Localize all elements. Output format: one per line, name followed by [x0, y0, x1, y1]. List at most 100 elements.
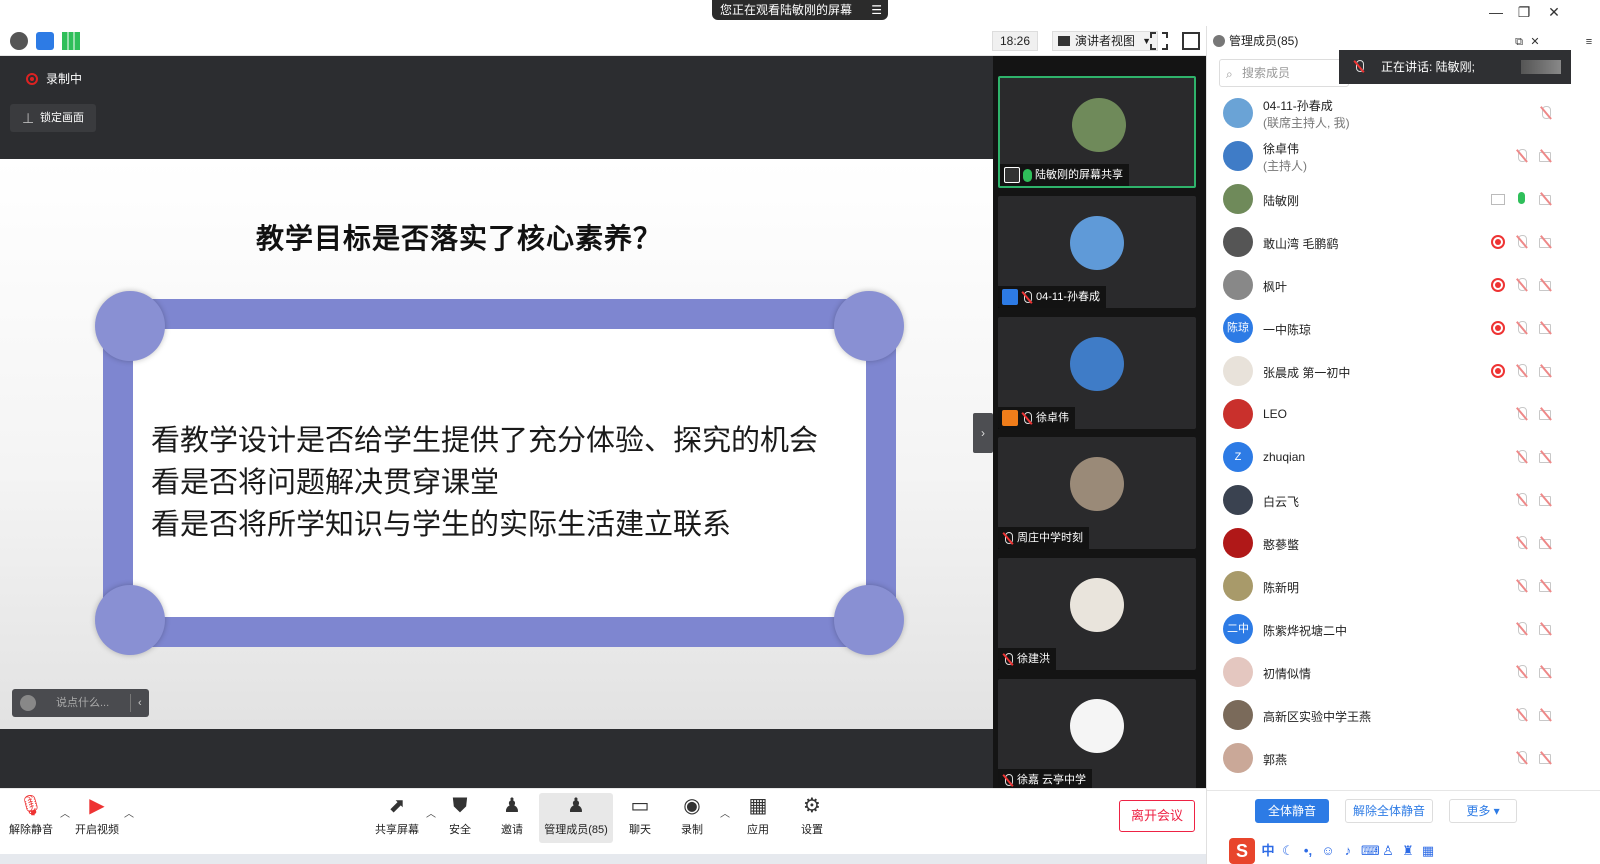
muted-mic-icon[interactable] — [1515, 708, 1529, 722]
audio-options-caret[interactable]: ︿ — [60, 805, 70, 820]
video-off-icon[interactable] — [1539, 450, 1553, 464]
shield-icon[interactable] — [36, 32, 54, 50]
muted-mic-icon[interactable] — [1515, 751, 1529, 765]
smile-icon[interactable]: ☺ — [1321, 844, 1335, 858]
video-off-icon[interactable] — [1539, 622, 1553, 636]
maximize-icon[interactable]: ❐ — [1514, 2, 1534, 22]
video-tile[interactable]: 04-11-孙春成 — [998, 196, 1196, 308]
video-off-icon[interactable] — [1539, 192, 1553, 206]
view-mode-select[interactable]: 演讲者视图 ▼ — [1052, 31, 1158, 51]
muted-mic-icon[interactable] — [1515, 536, 1529, 550]
voice-input-icon[interactable]: ♪ — [1341, 844, 1355, 858]
chat-button[interactable]: ▭ 聊天 — [620, 793, 660, 843]
recording-icon[interactable] — [1491, 235, 1505, 249]
toolbox-icon[interactable]: ▦ — [1421, 844, 1435, 858]
video-off-icon[interactable] — [1539, 407, 1553, 421]
screen-share-icon[interactable] — [1491, 192, 1505, 206]
video-off-icon[interactable] — [1539, 149, 1553, 163]
member-row[interactable]: LEO — [1207, 393, 1600, 436]
security-button[interactable]: ⛊ 安全 — [440, 793, 480, 843]
member-row[interactable]: 陈新明 — [1207, 565, 1600, 608]
muted-mic-icon[interactable] — [1515, 665, 1529, 679]
muted-mic-icon[interactable] — [1515, 364, 1529, 378]
video-off-icon[interactable] — [1539, 708, 1553, 722]
video-off-icon[interactable] — [1539, 536, 1553, 550]
lock-screen-button[interactable]: ⊥ 锁定画面 — [10, 104, 96, 132]
muted-mic-icon[interactable] — [1515, 450, 1529, 464]
leave-meeting-button[interactable]: 离开会议 — [1119, 800, 1195, 832]
video-off-icon[interactable] — [1539, 364, 1553, 378]
chevron-left-icon[interactable]: ‹ — [138, 689, 142, 717]
record-options-caret[interactable]: ︿ — [720, 805, 730, 820]
member-row[interactable]: 郭燕 — [1207, 737, 1600, 780]
member-row[interactable]: 白云飞 — [1207, 479, 1600, 522]
ime-logo[interactable]: S — [1229, 838, 1255, 864]
member-row[interactable]: 憨蔘蟞 — [1207, 522, 1600, 565]
member-row[interactable]: 高新区实验中学王燕 — [1207, 694, 1600, 737]
member-row[interactable]: 04-11-孙春成 (联席主持人, 我) — [1207, 92, 1600, 135]
manage-members-button[interactable]: ♟ 管理成员(85) — [539, 793, 613, 843]
member-row[interactable]: 徐卓伟 (主持人) — [1207, 135, 1600, 178]
muted-mic-icon[interactable] — [1515, 579, 1529, 593]
video-off-icon[interactable] — [1539, 579, 1553, 593]
muted-mic-icon[interactable] — [1515, 235, 1529, 249]
member-row[interactable]: 枫叶 — [1207, 264, 1600, 307]
member-row[interactable]: Zzhuqian — [1207, 436, 1600, 479]
collapse-thumbnails-handle[interactable]: › — [973, 413, 993, 453]
video-off-icon[interactable] — [1539, 665, 1553, 679]
member-row[interactable]: 初情似情 — [1207, 651, 1600, 694]
recording-icon[interactable] — [1491, 321, 1505, 335]
moon-icon[interactable]: ☾ — [1281, 844, 1295, 858]
video-off-icon[interactable] — [1539, 321, 1553, 335]
member-row[interactable]: 陈琼 一中陈琼 — [1207, 307, 1600, 350]
video-tile[interactable]: 徐建洪 — [998, 558, 1196, 670]
record-button[interactable]: ◉ 录制 — [672, 793, 712, 843]
video-off-icon[interactable] — [1539, 493, 1553, 507]
muted-mic-icon[interactable] — [1539, 106, 1553, 120]
ime-lang-toggle[interactable]: 中 — [1261, 844, 1275, 858]
signal-icon[interactable] — [62, 32, 80, 50]
info-icon[interactable] — [10, 32, 28, 50]
mute-all-button[interactable]: 全体静音 — [1255, 799, 1329, 823]
close-panel-icon[interactable]: ✕ — [1525, 32, 1545, 52]
emoji-icon[interactable] — [20, 695, 36, 711]
muted-mic-icon[interactable] — [1515, 493, 1529, 507]
skin-icon[interactable]: ♜ — [1401, 844, 1415, 858]
member-row[interactable]: 张晨成 第一初中 — [1207, 350, 1600, 393]
invite-button[interactable]: ♟ 邀请 — [492, 793, 532, 843]
layout-toggle-icon[interactable] — [1182, 32, 1200, 50]
unmute-all-button[interactable]: 解除全体静音 — [1345, 799, 1433, 823]
muted-mic-icon[interactable] — [1515, 407, 1529, 421]
quick-chat-input[interactable]: 说点什么... ‹ — [12, 689, 149, 717]
member-row[interactable]: 敢山湾 毛鹏鹞 — [1207, 221, 1600, 264]
member-row[interactable]: 二中 陈紫烨祝塘二中 — [1207, 608, 1600, 651]
muted-mic-icon[interactable] — [1515, 321, 1529, 335]
menu-icon[interactable]: ≡ — [1579, 32, 1599, 52]
video-off-icon[interactable] — [1539, 751, 1553, 765]
muted-mic-icon[interactable] — [1515, 622, 1529, 636]
more-button[interactable]: 更多 ▾ — [1449, 799, 1517, 823]
share-options-caret[interactable]: ︿ — [426, 805, 436, 820]
user-icon[interactable]: ♙ — [1381, 844, 1395, 858]
muted-mic-icon[interactable] — [1515, 278, 1529, 292]
recording-icon[interactable] — [1491, 278, 1505, 292]
close-icon[interactable]: ✕ — [1544, 2, 1564, 22]
member-search-input[interactable]: ⌕ 搜索成员 — [1219, 59, 1349, 87]
recording-icon[interactable] — [1491, 364, 1505, 378]
share-screen-button[interactable]: ⬈ 共享屏幕 — [370, 793, 424, 843]
hamburger-icon[interactable]: ☰ — [871, 0, 882, 20]
unmute-button[interactable]: 🎙 解除静音 — [6, 793, 56, 843]
apps-button[interactable]: ▦ 应用 — [738, 793, 778, 843]
video-options-caret[interactable]: ︿ — [124, 805, 134, 820]
muted-mic-icon[interactable] — [1515, 149, 1529, 163]
video-tile[interactable]: 周庄中学时刻 — [998, 437, 1196, 549]
settings-button[interactable]: ⚙ 设置 — [792, 793, 832, 843]
video-tile[interactable]: 徐卓伟 — [998, 317, 1196, 429]
video-off-icon[interactable] — [1539, 278, 1553, 292]
member-row[interactable]: 陆敏刚 — [1207, 178, 1600, 221]
video-off-icon[interactable] — [1539, 235, 1553, 249]
punctuation-icon[interactable]: •, — [1301, 844, 1315, 858]
mic-on-icon[interactable] — [1515, 192, 1529, 206]
video-tile[interactable]: 陆敏刚的屏幕共享 — [998, 76, 1196, 188]
fullscreen-icon[interactable] — [1150, 32, 1168, 50]
